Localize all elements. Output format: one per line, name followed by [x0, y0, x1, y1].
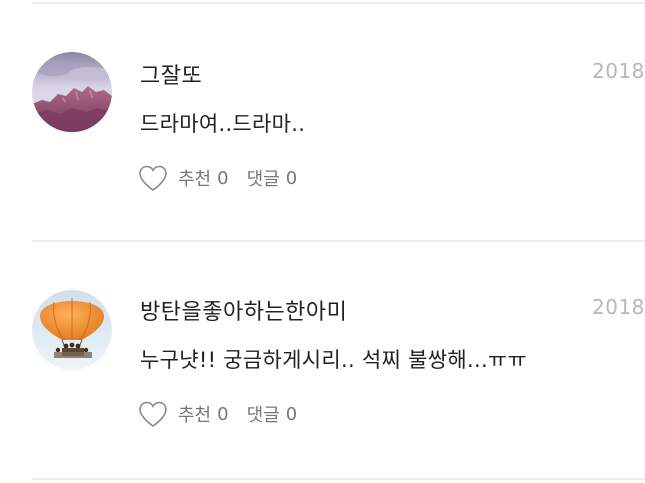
hot-air-balloon-avatar-icon: [32, 290, 112, 370]
mountain-landscape-avatar-icon: [32, 52, 112, 132]
reply-count: 0: [285, 167, 298, 189]
comment-date: 2018.0: [592, 59, 645, 83]
comment-date: 2018.0: [592, 295, 645, 319]
comment-actions: 추천 0 댓글 0: [138, 163, 297, 193]
comment-list: 그잘또 2018.0 드라마여..드라마.. 추천 0 댓글 0: [0, 0, 645, 483]
comment-author[interactable]: 방탄을좋아하는한아미: [140, 294, 347, 326]
like-label: 추천: [178, 169, 212, 190]
like-count: 0: [217, 167, 229, 189]
heart-icon: [139, 401, 167, 427]
like-button[interactable]: 추천 0: [138, 400, 229, 428]
like-label: 추천: [178, 405, 212, 426]
divider: [32, 478, 645, 480]
reply-label: 댓글: [246, 405, 280, 426]
comment-item: 그잘또 2018.0 드라마여..드라마.. 추천 0 댓글 0: [0, 4, 645, 240]
avatar[interactable]: [32, 290, 112, 370]
heart-icon: [139, 165, 167, 191]
avatar[interactable]: [32, 52, 112, 132]
comment-author[interactable]: 그잘또: [140, 58, 202, 90]
like-button[interactable]: 추천 0: [138, 164, 229, 192]
reply-label: 댓글: [246, 169, 280, 190]
comment-text: 드라마여..드라마..: [140, 112, 306, 136]
reply-button[interactable]: 댓글 0: [247, 165, 298, 191]
comment-text: 누구냣!! 궁금하게시리.. 석찌 불쌍해...ㅠㅠ: [140, 348, 528, 372]
comment-actions: 추천 0 댓글 0: [138, 399, 297, 429]
like-count: 0: [217, 403, 229, 425]
reply-count: 0: [285, 403, 298, 425]
comment-item: 방탄을좋아하는한아미 2018.0 누구냣!! 궁금하게시리.. 석찌 불쌍해.…: [0, 242, 645, 478]
reply-button[interactable]: 댓글 0: [247, 401, 298, 427]
